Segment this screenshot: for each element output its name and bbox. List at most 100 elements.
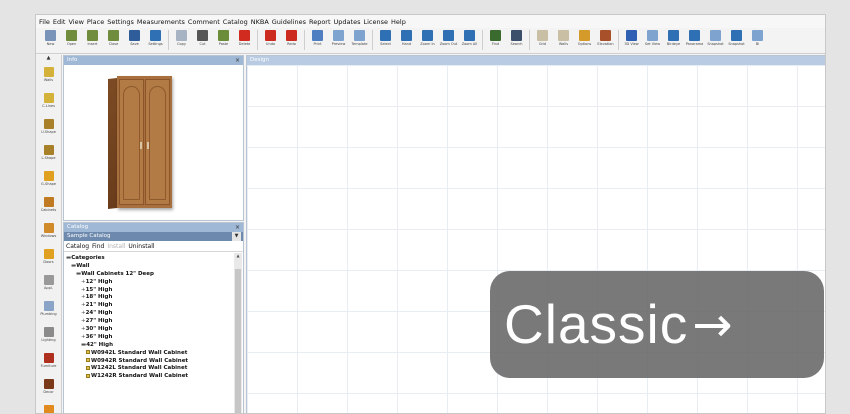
tree-node[interactable]: +15" High <box>64 287 233 295</box>
palette-artwork-button[interactable]: Artwork <box>36 400 61 413</box>
toolbar-print-button[interactable]: Print <box>307 28 328 52</box>
toolbar-insert-folder-button[interactable]: Insert <box>82 28 103 52</box>
palette-decor-button[interactable]: Decor <box>36 374 61 400</box>
snapshot2-icon <box>731 30 742 41</box>
toolbar-preview-button[interactable]: Preview <box>328 28 349 52</box>
menu-catalog[interactable]: Catalog <box>223 18 248 26</box>
menu-view[interactable]: View <box>68 18 83 26</box>
menu-guidelines[interactable]: Guidelines <box>272 18 306 26</box>
toolbar-template-button[interactable]: Template <box>349 28 370 52</box>
menu-report[interactable]: Report <box>309 18 331 26</box>
toolbar-options-button[interactable]: Options <box>574 28 595 52</box>
tree-node[interactable]: +21" High <box>64 302 233 310</box>
palette-cabinets-button[interactable]: Cabinets <box>36 192 61 218</box>
menu-place[interactable]: Place <box>87 18 104 26</box>
catalog-panel-title: Catalog × <box>64 223 243 232</box>
toolbar-label: Panorama <box>685 42 704 46</box>
tree-node[interactable]: +36" High <box>64 334 233 342</box>
toolbar-find-button[interactable]: Find <box>485 28 506 52</box>
uninstall-button[interactable]: Uninstall <box>128 243 154 250</box>
toolbar-redo-button[interactable]: Redo <box>281 28 302 52</box>
tree-node[interactable]: ▬Wall <box>64 263 233 271</box>
toolbar-open-folder-button[interactable]: Open <box>61 28 82 52</box>
tree-node[interactable]: +18" High <box>64 294 233 302</box>
toolbar-save-button[interactable]: Save <box>124 28 145 52</box>
catalog-scrollbar[interactable]: ▲ <box>234 253 242 413</box>
toolbar-label: Bl <box>755 42 760 46</box>
catalog-item[interactable]: W0942L Standard Wall Cabinet <box>64 350 233 358</box>
toolbar-search-button[interactable]: Search <box>506 28 527 52</box>
toolbar-more-button[interactable]: Bl <box>747 28 768 52</box>
toolbar-birdeye-button[interactable]: Birdeye <box>663 28 684 52</box>
tree-node[interactable]: ▬42" High <box>64 342 233 350</box>
tree-node[interactable]: +27" High <box>64 318 233 326</box>
tree-node[interactable]: +12" High <box>64 279 233 287</box>
palette-l-shape-button[interactable]: L-Shape <box>36 140 61 166</box>
toolbar-set-view-button[interactable]: Set View <box>642 28 663 52</box>
toolbar-delete-button[interactable]: Delete <box>234 28 255 52</box>
menu-edit[interactable]: Edit <box>53 18 66 26</box>
info-panel-close-icon[interactable]: × <box>235 56 240 65</box>
toolbar-grid-button[interactable]: Grid <box>532 28 553 52</box>
catalog-panel-close-icon[interactable]: × <box>235 223 240 232</box>
toolbar-zoom-all-button[interactable]: Zoom All <box>459 28 480 52</box>
menu-license[interactable]: License <box>363 18 388 26</box>
toolbar-undo-button[interactable]: Undo <box>260 28 281 52</box>
toolbar-label: Template <box>351 42 368 46</box>
scroll-up-icon[interactable]: ▲ <box>234 253 242 258</box>
menu-settings[interactable]: Settings <box>107 18 134 26</box>
tree-node[interactable]: ▬Categories <box>64 255 233 263</box>
toolbar-3d-view-button[interactable]: 3D View <box>621 28 642 52</box>
toolbar-panorama-button[interactable]: Panorama <box>684 28 705 52</box>
tree-node[interactable]: +30" High <box>64 326 233 334</box>
toolbar-zoom-in-button[interactable]: Zoom In <box>417 28 438 52</box>
toolbar-copy-button[interactable]: Copy <box>171 28 192 52</box>
menu-updates[interactable]: Updates <box>334 18 361 26</box>
catalog-button[interactable]: Catalog <box>66 243 89 250</box>
toolbar-settings-button[interactable]: Settings <box>145 28 166 52</box>
toolbar-elevation-button[interactable]: Elevation <box>595 28 616 52</box>
tree-node[interactable]: +24" High <box>64 310 233 318</box>
lighting-icon <box>43 327 54 338</box>
search-icon <box>511 30 522 41</box>
toolbar-snapshot-button[interactable]: Snapshot <box>705 28 726 52</box>
toolbar-paste-button[interactable]: Paste <box>213 28 234 52</box>
palette-u-shape-button[interactable]: U-Shape <box>36 114 61 140</box>
palette-pencil-cline-button[interactable]: C-Lines <box>36 88 61 114</box>
classic-badge[interactable]: Classic → <box>490 271 824 378</box>
palette-plumbing-button[interactable]: Plumbing <box>36 296 61 322</box>
toolbar-new-file-button[interactable]: New <box>40 28 61 52</box>
toolbar-cut-button[interactable]: Cut <box>192 28 213 52</box>
toolbar-hand-button[interactable]: Hand <box>396 28 417 52</box>
palette-windows-button[interactable]: Windows <box>36 218 61 244</box>
palette-lighting-button[interactable]: Lighting <box>36 322 61 348</box>
toolbar-walls-button[interactable]: Walls <box>553 28 574 52</box>
tree-node-label: 15" High <box>85 286 113 293</box>
palette-doors-button[interactable]: Doors <box>36 244 61 270</box>
find-button[interactable]: Find <box>92 243 104 250</box>
palette-furniture-button[interactable]: Furniture <box>36 348 61 374</box>
catalog-item[interactable]: W1242R Standard Wall Cabinet <box>64 373 233 381</box>
toolbar-close-folder-button[interactable]: Close <box>103 28 124 52</box>
menu-comment[interactable]: Comment <box>188 18 220 26</box>
palette-appliances-button[interactable]: Appl. <box>36 270 61 296</box>
new-file-icon <box>45 30 56 41</box>
catalog-item[interactable]: W1242L Standard Wall Cabinet <box>64 365 233 373</box>
catalog-dropdown[interactable]: Sample Catalog ▼ <box>64 232 243 241</box>
install-button[interactable]: Install <box>107 243 125 250</box>
menu-file[interactable]: File <box>39 18 50 26</box>
toolbar-zoom-out-button[interactable]: Zoom Out <box>438 28 459 52</box>
palette-pencil-wall-button[interactable]: Walls <box>36 62 61 88</box>
toolbar-select-button[interactable]: Select <box>375 28 396 52</box>
chevron-down-icon[interactable]: ▼ <box>232 232 241 241</box>
palette-g-shape-button[interactable]: G-Shape <box>36 166 61 192</box>
tree-node[interactable]: ▬Wall Cabinets 12" Deep <box>64 271 233 279</box>
palette-scroll-up-icon[interactable]: ▲ <box>36 55 61 62</box>
menu-help[interactable]: Help <box>391 18 406 26</box>
scrollbar-thumb[interactable] <box>235 269 241 413</box>
toolbar-snapshot2-button[interactable]: Snapshot <box>726 28 747 52</box>
toolbar-label: Snapshot <box>707 42 724 46</box>
menu-nkba[interactable]: NKBA <box>251 18 269 26</box>
menu-measurements[interactable]: Measurements <box>137 18 185 26</box>
catalog-item[interactable]: W0942R Standard Wall Cabinet <box>64 358 233 366</box>
